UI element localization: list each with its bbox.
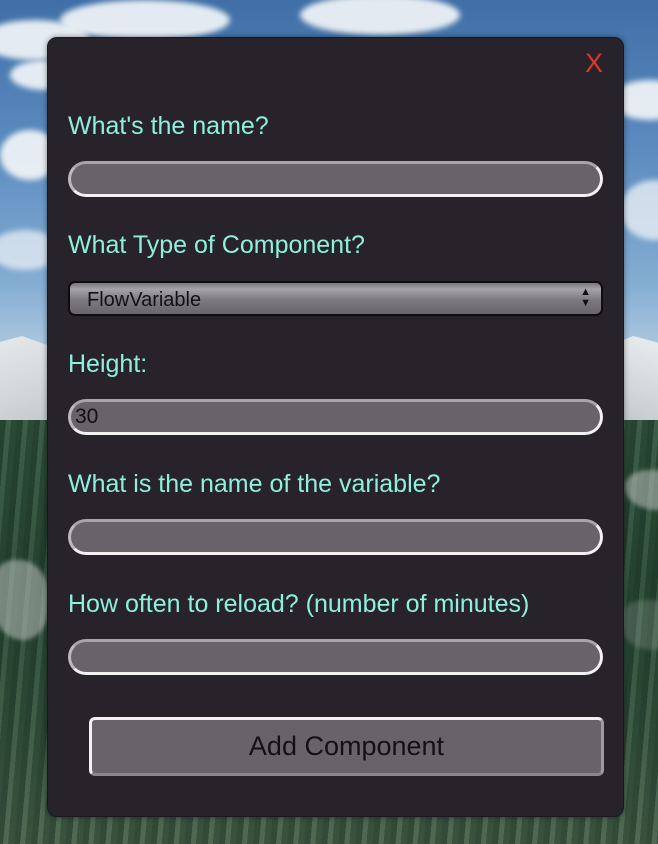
component-type-label: What Type of Component? [68,231,365,259]
name-label: What's the name? [68,112,269,140]
variable-name-input[interactable] [68,519,603,555]
cloud [60,0,230,40]
add-component-button[interactable]: Add Component [89,717,604,776]
chevron-up-down-icon: ▲ ▼ [580,286,591,309]
component-type-value: FlowVariable [87,289,202,311]
close-icon[interactable]: X [585,50,603,77]
height-label: Height: [68,350,148,378]
component-type-select[interactable]: FlowVariable ▲ ▼ [68,281,603,316]
variable-name-label: What is the name of the variable? [68,470,441,498]
cloud [300,0,460,35]
reload-interval-input[interactable] [68,639,603,675]
reload-interval-label: How often to reload? (number of minutes) [68,590,530,618]
height-input[interactable] [68,399,603,435]
cloud [620,180,658,240]
add-component-dialog: X What's the name? What Type of Componen… [47,37,624,817]
name-input[interactable] [68,161,603,197]
